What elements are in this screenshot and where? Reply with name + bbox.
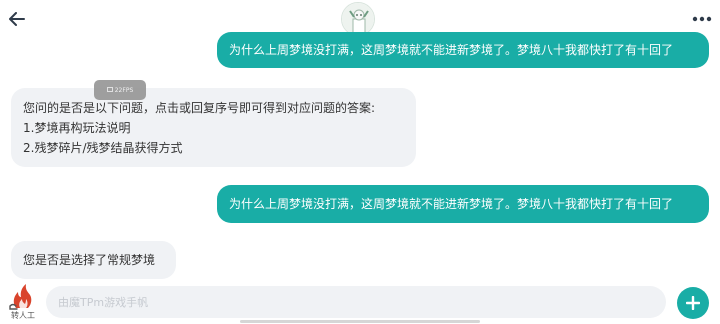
- outgoing-message: 为什么上周梦境没打满，这周梦境就不能进新梦境了。梦境八十我都快打了有十回了: [217, 185, 709, 223]
- message-input[interactable]: [46, 286, 666, 318]
- flame-logo-icon: [9, 284, 32, 310]
- more-button[interactable]: [690, 9, 714, 29]
- incoming-message: 您是否是选择了常规梦境: [11, 241, 176, 279]
- faq-intro-text: 您问的是否是以下问题，点击或回复序号即可得到对应问题的答案:: [23, 101, 376, 115]
- incoming-message-faq: 您问的是否是以下问题，点击或回复序号即可得到对应问题的答案: 1.梦境再构玩法说…: [11, 88, 416, 167]
- faq-option-1[interactable]: 1.梦境再构玩法说明: [23, 118, 404, 138]
- more-dots-icon: [692, 16, 712, 22]
- transfer-to-human-button[interactable]: 转人工: [6, 282, 40, 322]
- faq-option-2[interactable]: 2.残梦碎片/残梦结晶获得方式: [23, 138, 404, 158]
- transfer-label: 转人工: [11, 311, 35, 320]
- back-button[interactable]: [6, 8, 28, 30]
- fps-monitor-icon: [106, 87, 113, 92]
- home-indicator: [240, 320, 480, 323]
- add-button[interactable]: [677, 287, 709, 319]
- fps-value: 22FPS: [114, 86, 134, 94]
- fps-overlay: 22FPS: [94, 80, 146, 100]
- plus-icon: [686, 296, 700, 310]
- arrow-left-icon: [9, 12, 25, 26]
- outgoing-message: 为什么上周梦境没打满，这周梦境就不能进新梦境了。梦境八十我都快打了有十回了: [217, 32, 709, 68]
- assistant-avatar[interactable]: [341, 2, 375, 36]
